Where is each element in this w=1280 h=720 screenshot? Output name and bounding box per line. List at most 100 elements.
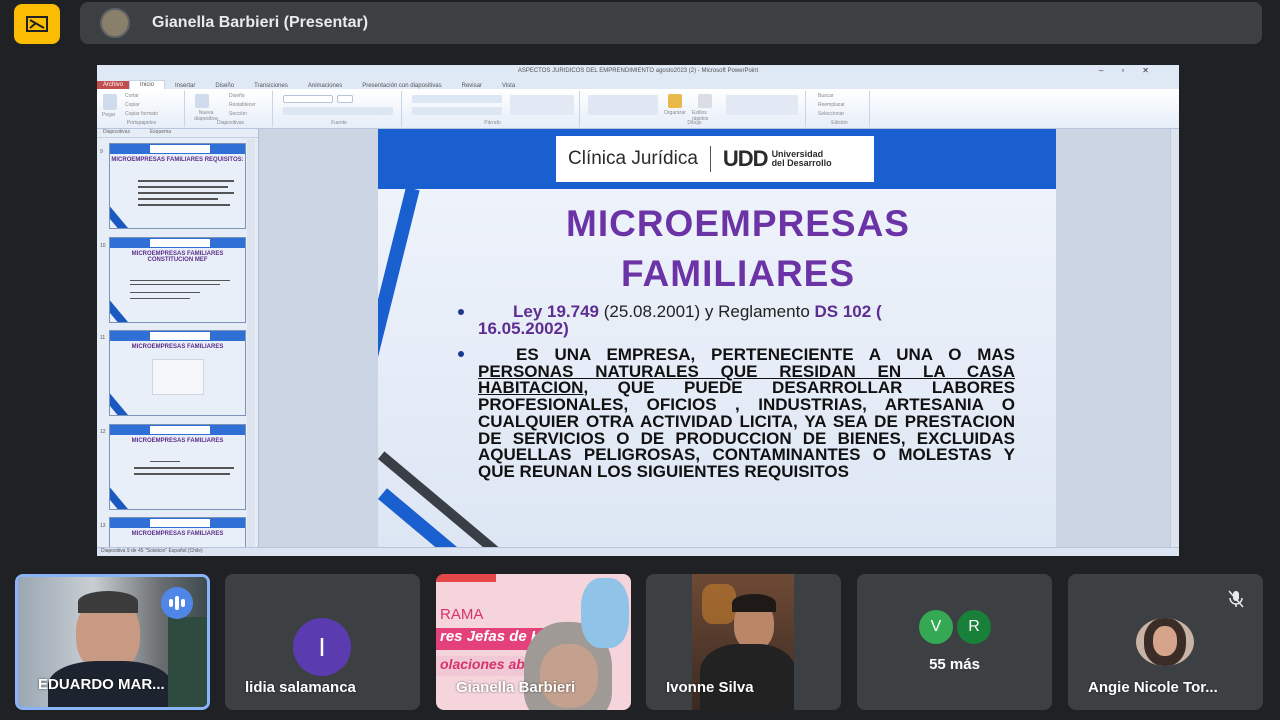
bullet-dot — [458, 351, 464, 357]
thumbnail-number: 12 — [100, 429, 106, 435]
text-direction-buttons[interactable] — [510, 95, 574, 115]
layout-button[interactable]: Diseño — [229, 93, 245, 99]
participant-photo — [1136, 618, 1194, 666]
format-painter-button[interactable]: Copiar formato — [125, 111, 158, 117]
clinica-juridica-logo: Clínica Jurídica UDD Universidad del Desa… — [556, 136, 874, 182]
tab-archivo[interactable]: Archivo — [97, 81, 130, 89]
window-title: ASPECTOS JURIDICOS DEL EMPRENDIMIENTO ag… — [517, 68, 759, 74]
presenter-bar[interactable]: Gianella Barbieri (Presentar) — [80, 2, 1262, 44]
thumbnail-title: MICROEMPRESAS FAMILIARES — [131, 438, 224, 444]
thumbnail-title: MICROEMPRESAS FAMILIARES — [131, 531, 224, 537]
copy-button[interactable]: Copiar — [125, 102, 140, 108]
bullet-definition: ES UNA EMPRESA, PERTENECIENTE A UNA O MA… — [478, 345, 1015, 481]
participant-avatar: R — [957, 610, 991, 644]
paste-icon[interactable] — [103, 94, 117, 110]
current-slide[interactable]: Clínica Jurídica UDD Universidad del Desa… — [378, 129, 1056, 549]
thumbnail-logo — [150, 332, 210, 340]
participant-name: Ivonne Silva — [666, 679, 754, 696]
participant-tile-lidia[interactable]: I lidia salamanca — [225, 574, 420, 710]
font-name-dropdown[interactable] — [283, 95, 333, 103]
thumbnail-logo — [150, 426, 210, 434]
section-button[interactable]: Sección — [229, 111, 247, 117]
thumbnail-title: MICROEMPRESAS FAMILIARES — [131, 344, 224, 350]
logo-text: Clínica Jurídica — [568, 148, 698, 169]
speaking-indicator-icon — [161, 587, 193, 619]
slide-title: MICROEMPRESAS FAMILIARES — [566, 203, 910, 294]
font-size-dropdown[interactable] — [337, 95, 353, 103]
shared-screen: ASPECTOS JURIDICOS DEL EMPRENDIMIENTO ag… — [97, 65, 1179, 556]
more-participants-count: 55 más — [929, 656, 980, 673]
slide-thumbnail[interactable]: MICROEMPRESAS FAMILIARES — [109, 424, 246, 510]
presenter-avatar — [100, 8, 130, 38]
participant-avatar: I — [293, 618, 351, 676]
thumbnail-number: 11 — [100, 335, 106, 341]
participant-name: EDUARDO MAR... — [38, 676, 165, 693]
thumbnail-logo — [150, 519, 210, 527]
udd-logo: UDD — [722, 146, 769, 171]
slide-thumbnail[interactable]: MICROEMPRESAS FAMILIARES CONSTITUCION ME… — [109, 237, 246, 323]
participant-tile-eduardo[interactable]: EDUARDO MAR... — [15, 574, 210, 710]
ribbon-group-label: Edición — [831, 120, 848, 126]
slide-thumbnail[interactable]: MICROEMPRESAS FAMILIARES — [109, 330, 246, 416]
ribbon-group-label: Diapositivas — [217, 120, 244, 126]
status-bar: Diapositiva 9 de 45 "Solsticio" Español … — [97, 547, 1179, 556]
presenter-name: Gianella Barbieri (Presentar) — [152, 14, 369, 31]
font-format-buttons[interactable] — [283, 107, 393, 115]
presentation-icon — [26, 16, 48, 32]
shapes-gallery[interactable] — [588, 95, 658, 115]
tab-inicio[interactable]: Inicio — [129, 80, 166, 89]
panel-scrollbar[interactable] — [247, 139, 255, 549]
thumbnail-number: 10 — [100, 243, 106, 249]
thumbnail-title: MICROEMPRESAS FAMILIARES CONSTITUCION ME… — [131, 251, 224, 263]
ribbon-group-edicion: Buscar Reemplazar Seleccionar Edición — [810, 91, 870, 127]
participant-name: lidia salamanca — [245, 679, 356, 696]
thumbnail-number: 13 — [100, 523, 106, 529]
slides-panel[interactable]: Diapositivas Esquema 9 MICROEMPRESAS FAM… — [97, 129, 259, 549]
tab-diapositivas[interactable]: Diapositivas — [103, 129, 130, 137]
presentation-icon-button[interactable] — [14, 4, 60, 44]
shape-format-buttons[interactable] — [726, 95, 798, 115]
ribbon-group-label: Dibujo — [687, 120, 702, 126]
powerpoint-workspace: Diapositivas Esquema 9 MICROEMPRESAS FAM… — [97, 129, 1179, 549]
cut-button[interactable]: Cortar — [125, 93, 139, 99]
replace-button[interactable]: Reemplazar — [818, 102, 845, 108]
quick-styles-icon[interactable] — [698, 94, 712, 108]
thumbnail-logo — [150, 145, 210, 153]
participant-tile-more[interactable]: V R 55 más — [857, 574, 1052, 710]
window-titlebar: ASPECTOS JURIDICOS DEL EMPRENDIMIENTO ag… — [97, 65, 1179, 77]
arrange-icon[interactable] — [668, 94, 682, 108]
new-slide-icon[interactable] — [195, 94, 209, 108]
ribbon: Pegar Cortar Copiar Copiar formato Porta… — [97, 89, 1179, 129]
tab-esquema[interactable]: Esquema — [150, 129, 171, 137]
participant-tile-gianella[interactable]: RAMA res Jefas de Ho olaciones abiert Gi… — [436, 574, 631, 710]
arrange-label: Organizar — [664, 110, 686, 116]
thumbnail-logo — [150, 239, 210, 247]
participant-avatar: V — [919, 610, 953, 644]
select-button[interactable]: Seleccionar — [818, 111, 844, 117]
paste-label: Pegar — [102, 112, 116, 118]
participant-name: Gianella Barbieri — [456, 679, 576, 696]
ribbon-group-fuente: Fuente — [277, 91, 402, 127]
participant-tile-angie[interactable]: Angie Nicole Tor... — [1068, 574, 1263, 710]
thumbnail-title: MICROEMPRESAS FAMILIARES REQUISITOS: — [111, 157, 244, 163]
slide-thumbnail[interactable]: MICROEMPRESAS FAMILIARES — [109, 517, 246, 549]
find-button[interactable]: Buscar — [818, 93, 834, 99]
align-buttons[interactable] — [412, 107, 502, 115]
mic-off-icon — [1223, 586, 1249, 612]
panel-tabs: Diapositivas Esquema — [97, 129, 258, 138]
slide-scrollbar[interactable] — [1170, 129, 1179, 549]
ribbon-group-label: Portapapeles — [126, 120, 157, 126]
ribbon-group-parrafo: Párrafo — [406, 91, 580, 127]
thumbnail-number: 9 — [100, 149, 103, 155]
participant-tile-ivonne[interactable]: Ivonne Silva — [646, 574, 841, 710]
ribbon-group-dibujo: Organizar Estilos rápidos Dibujo — [584, 91, 806, 127]
ribbon-tabs: Archivo Inicio Insertar Diseño Transicio… — [97, 77, 1179, 89]
ribbon-group-label: Párrafo — [484, 120, 501, 126]
list-buttons[interactable] — [412, 95, 502, 103]
window-controls: –▫✕ — [1099, 66, 1167, 75]
university-name: Universidad del Desarrollo — [771, 149, 832, 168]
slide-thumbnail[interactable]: MICROEMPRESAS FAMILIARES REQUISITOS: — [109, 143, 246, 229]
participant-name: Angie Nicole Tor... — [1088, 679, 1218, 696]
ribbon-group-label: Fuente — [331, 120, 347, 126]
reset-button[interactable]: Restablecer — [229, 102, 256, 108]
